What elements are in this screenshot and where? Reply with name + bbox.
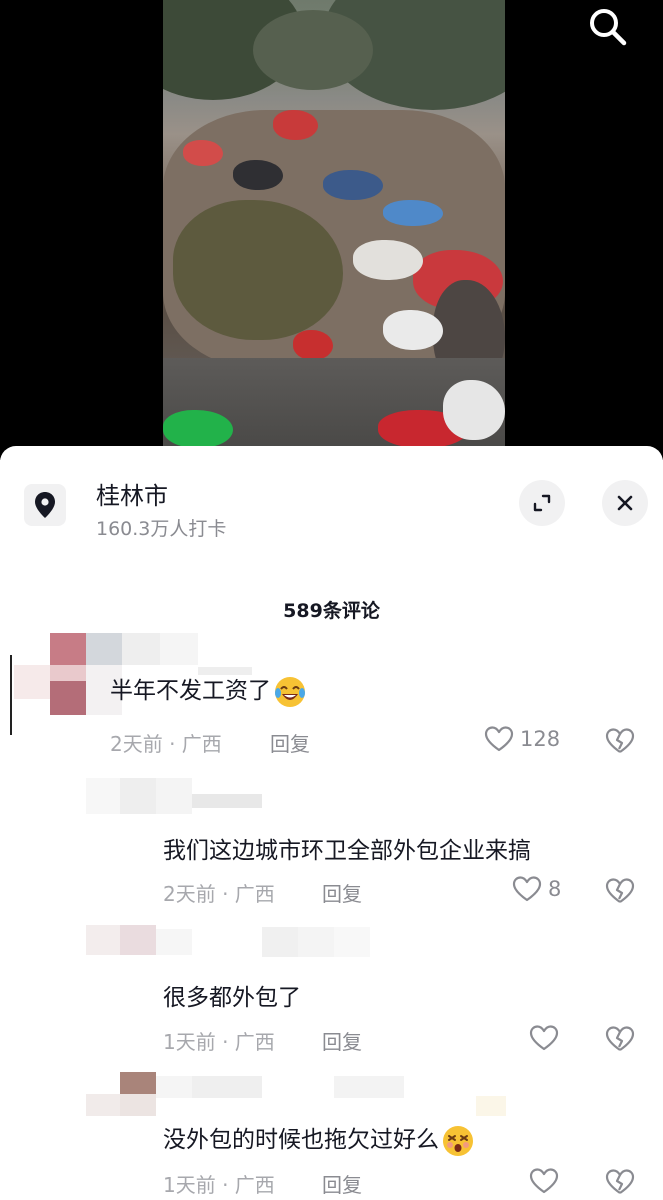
selection-bar	[10, 655, 12, 735]
comment-sheet: 桂林市 160.3万人打卡 589条评论 半年不发工资了 2天前 · 广西 回复…	[0, 446, 663, 1200]
broken-heart-icon	[605, 878, 635, 903]
location-checkin-count: 160.3万人打卡	[96, 518, 227, 540]
comment-item[interactable]: 半年不发工资了 2天前 · 广西 回复 128	[0, 631, 663, 771]
broken-heart-icon	[605, 1169, 635, 1194]
heart-icon	[484, 726, 514, 752]
like-button[interactable]: 8	[512, 875, 561, 903]
comment-text: 很多都外包了	[163, 985, 301, 1011]
broken-heart-icon	[605, 728, 635, 753]
video-player[interactable]	[0, 0, 663, 460]
comment-time-location: 1天前 · 广西	[163, 1173, 275, 1197]
search-icon[interactable]	[585, 4, 629, 48]
reply-button[interactable]: 回复	[270, 728, 310, 757]
dizzy-face-emoji	[443, 1125, 473, 1156]
laughing-crying-emoji	[275, 676, 305, 707]
comment-item[interactable]: 我们这边城市环卫全部外包企业来搞 2天前 · 广西 回复 8	[0, 776, 663, 916]
dislike-button[interactable]	[605, 1025, 635, 1057]
comment-time-location: 2天前 · 广西	[110, 732, 222, 756]
dislike-button[interactable]	[605, 877, 635, 909]
comment-item[interactable]: 很多都外包了 1天前 · 广西 回复	[0, 921, 663, 1061]
close-icon[interactable]	[602, 480, 648, 526]
comment-count-title: 589条评论	[283, 600, 380, 622]
reply-button[interactable]: 回复	[322, 1026, 362, 1055]
comment-text: 没外包的时候也拖欠过好么	[163, 1120, 475, 1158]
like-button[interactable]	[529, 1167, 565, 1195]
comment-time-location: 1天前 · 广西	[163, 1030, 275, 1054]
location-pin-icon	[24, 484, 66, 526]
heart-icon	[529, 1168, 559, 1194]
like-button[interactable]: 128	[484, 725, 560, 753]
video-frame[interactable]	[163, 0, 505, 448]
dislike-button[interactable]	[605, 1168, 635, 1200]
location-title[interactable]: 桂林市	[96, 476, 168, 511]
heart-icon	[529, 1025, 559, 1051]
location-card[interactable]: 桂林市 160.3万人打卡	[0, 446, 663, 576]
expand-icon[interactable]	[519, 480, 565, 526]
reply-button[interactable]: 回复	[322, 878, 362, 907]
like-count: 8	[548, 877, 562, 901]
comment-time-location: 2天前 · 广西	[163, 882, 275, 906]
comment-item[interactable]: 没外包的时候也拖欠过好么 1天前 · 广西 回复	[0, 1068, 663, 1200]
comment-text: 我们这边城市环卫全部外包企业来搞	[163, 838, 531, 864]
reply-button[interactable]: 回复	[322, 1169, 362, 1198]
like-count: 128	[520, 727, 561, 751]
comment-text: 半年不发工资了	[110, 671, 307, 709]
dislike-button[interactable]	[605, 727, 635, 759]
broken-heart-icon	[605, 1026, 635, 1051]
like-button[interactable]	[529, 1024, 565, 1052]
heart-icon	[512, 876, 542, 902]
